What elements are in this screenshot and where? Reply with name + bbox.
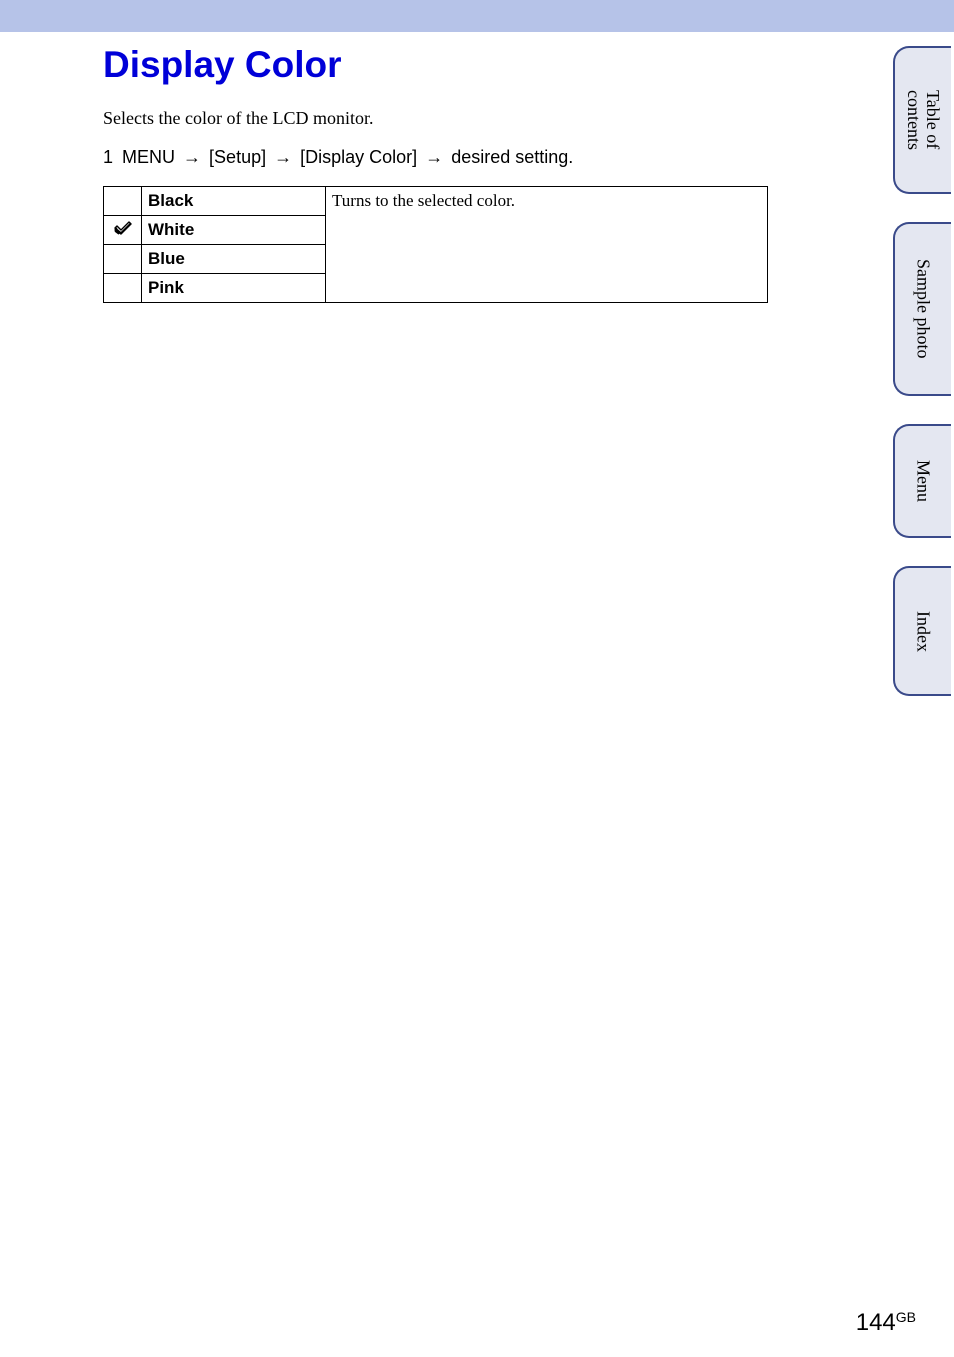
page-title: Display Color: [103, 44, 667, 86]
check-cell: [104, 245, 142, 274]
option-name: Black: [142, 187, 326, 216]
check-cell: [104, 216, 142, 245]
tab-label: Menu: [914, 460, 933, 502]
check-icon: [114, 220, 132, 234]
arrow-icon: →: [425, 147, 443, 168]
options-table: Black Turns to the selected color. White…: [103, 186, 768, 303]
step-path-1: [Setup]: [209, 147, 266, 167]
tab-label: Table of contents: [904, 62, 942, 178]
option-name: Blue: [142, 245, 326, 274]
option-description: Turns to the selected color.: [326, 187, 768, 303]
arrow-icon: →: [183, 147, 201, 168]
tab-sample-photo[interactable]: Sample photo: [893, 222, 951, 396]
page-footer: 144GB: [856, 1309, 916, 1337]
intro-text: Selects the color of the LCD monitor.: [103, 108, 667, 129]
step-number: 1: [103, 147, 117, 168]
tab-menu[interactable]: Menu: [893, 424, 951, 538]
tab-index[interactable]: Index: [893, 566, 951, 696]
page-suffix: GB: [896, 1309, 916, 1325]
step-final: desired setting.: [451, 147, 573, 167]
step-path-2: [Display Color]: [300, 147, 417, 167]
option-name: Pink: [142, 274, 326, 303]
option-name: White: [142, 216, 326, 245]
header-band: [0, 0, 954, 32]
side-tabs: Table of contents Sample photo Menu Inde…: [893, 46, 951, 696]
main-content: Display Color Selects the color of the L…: [0, 32, 770, 303]
tab-label: Index: [914, 611, 933, 652]
tab-label: Sample photo: [914, 259, 933, 359]
page-number: 144: [856, 1309, 896, 1336]
menu-label: MENU: [122, 147, 175, 167]
step-line: 1 MENU → [Setup] → [Display Color] → des…: [103, 147, 667, 168]
tab-table-of-contents[interactable]: Table of contents: [893, 46, 951, 194]
arrow-icon: →: [274, 147, 292, 168]
check-cell: [104, 187, 142, 216]
check-cell: [104, 274, 142, 303]
table-row: Black Turns to the selected color.: [104, 187, 768, 216]
